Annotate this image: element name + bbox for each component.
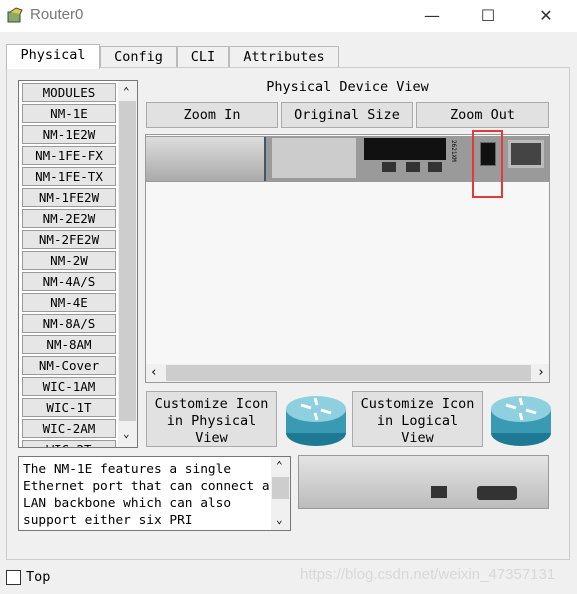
console-port xyxy=(406,162,420,172)
module-item[interactable]: NM-1FE-FX xyxy=(22,146,116,165)
top-checkbox[interactable] xyxy=(6,570,21,585)
scroll-up-icon[interactable]: ⌃ xyxy=(276,459,283,472)
module-serial-port xyxy=(477,486,517,500)
original-size-button[interactable]: Original Size xyxy=(281,102,413,128)
tab-cli[interactable]: CLI xyxy=(177,46,229,68)
module-item[interactable]: NM-1FE-TX xyxy=(22,167,116,186)
watermark: https://blog.csdn.net/weixin_47357131 xyxy=(300,566,556,583)
module-item[interactable]: NM-1FE2W xyxy=(22,188,116,207)
router-physical-icon xyxy=(286,396,346,446)
module-item[interactable]: NM-4A/S xyxy=(22,272,116,291)
module-item[interactable]: NM-4E xyxy=(22,293,116,312)
description-text: The NM-1E features a single Ethernet por… xyxy=(23,462,270,528)
zoom-out-button[interactable]: Zoom Out xyxy=(416,102,549,128)
maximize-button[interactable]: ☐ xyxy=(465,4,511,28)
model-label: 2621XM xyxy=(450,140,457,162)
module-item[interactable]: MODULES xyxy=(22,83,116,102)
router-app-icon xyxy=(7,7,23,23)
scroll-left-icon[interactable]: ‹ xyxy=(150,365,158,380)
horizontal-scrollbar[interactable]: ‹ › xyxy=(146,364,549,382)
tab-physical[interactable]: Physical xyxy=(6,44,100,69)
wic-slot xyxy=(272,138,356,178)
module-item[interactable]: NM-2E2W xyxy=(22,209,116,228)
module-image xyxy=(298,455,549,509)
module-item[interactable]: NM-2W xyxy=(22,251,116,270)
modules-list: MODULES NM-1E NM-1E2W NM-1FE-FX NM-1FE-TX NM-… xyxy=(18,80,138,448)
module-item[interactable]: WIC-2T xyxy=(22,440,116,447)
zoom-in-button[interactable]: Zoom In xyxy=(146,102,278,128)
module-ethernet-port xyxy=(431,486,447,498)
aux-port xyxy=(428,162,442,172)
scroll-thumb[interactable] xyxy=(272,477,289,499)
h-scroll-thumb[interactable] xyxy=(166,365,531,381)
router-logical-icon xyxy=(491,396,551,446)
module-item[interactable]: NM-1E xyxy=(22,104,116,123)
scroll-down-icon[interactable]: ⌄ xyxy=(276,513,283,526)
customize-logical-button[interactable]: Customize Icon in Logical View xyxy=(352,391,483,447)
close-button[interactable]: ✕ xyxy=(523,4,569,28)
description-scrollbar[interactable]: ⌃ ⌄ xyxy=(271,457,290,530)
window-title: Router0 xyxy=(30,6,84,23)
cf-slot xyxy=(364,138,446,160)
power-socket xyxy=(508,140,544,168)
scroll-up-icon[interactable]: ⌃ xyxy=(123,85,130,98)
scroll-down-icon[interactable]: ⌄ xyxy=(123,427,130,440)
tab-config[interactable]: Config xyxy=(100,46,177,68)
customize-physical-button[interactable]: Customize Icon in Physical View xyxy=(146,391,277,447)
scroll-right-icon[interactable]: › xyxy=(537,365,545,380)
module-item[interactable]: NM-1E2W xyxy=(22,125,116,144)
module-description: The NM-1E features a single Ethernet por… xyxy=(18,456,291,531)
power-switch-highlight xyxy=(472,130,503,198)
module-item[interactable]: NM-Cover xyxy=(22,356,116,375)
module-item[interactable]: NM-8A/S xyxy=(22,314,116,333)
modules-scrollbar[interactable]: ⌃ ⌄ xyxy=(118,81,137,447)
module-item[interactable]: WIC-1AM xyxy=(22,377,116,396)
module-item[interactable]: NM-8AM xyxy=(22,335,116,354)
module-item[interactable]: WIC-2AM xyxy=(22,419,116,438)
title-bar: Router0 — ☐ ✕ xyxy=(0,0,577,32)
device-view-title: Physical Device View xyxy=(266,79,429,95)
scroll-thumb[interactable] xyxy=(119,101,136,421)
nm-slots xyxy=(146,137,266,181)
tab-attributes[interactable]: Attributes xyxy=(229,46,339,68)
module-item[interactable]: WIC-1T xyxy=(22,398,116,417)
minimize-button[interactable]: — xyxy=(409,4,455,28)
module-item[interactable]: NM-2FE2W xyxy=(22,230,116,249)
top-checkbox-label: Top xyxy=(26,569,51,585)
ethernet-port xyxy=(382,162,396,172)
